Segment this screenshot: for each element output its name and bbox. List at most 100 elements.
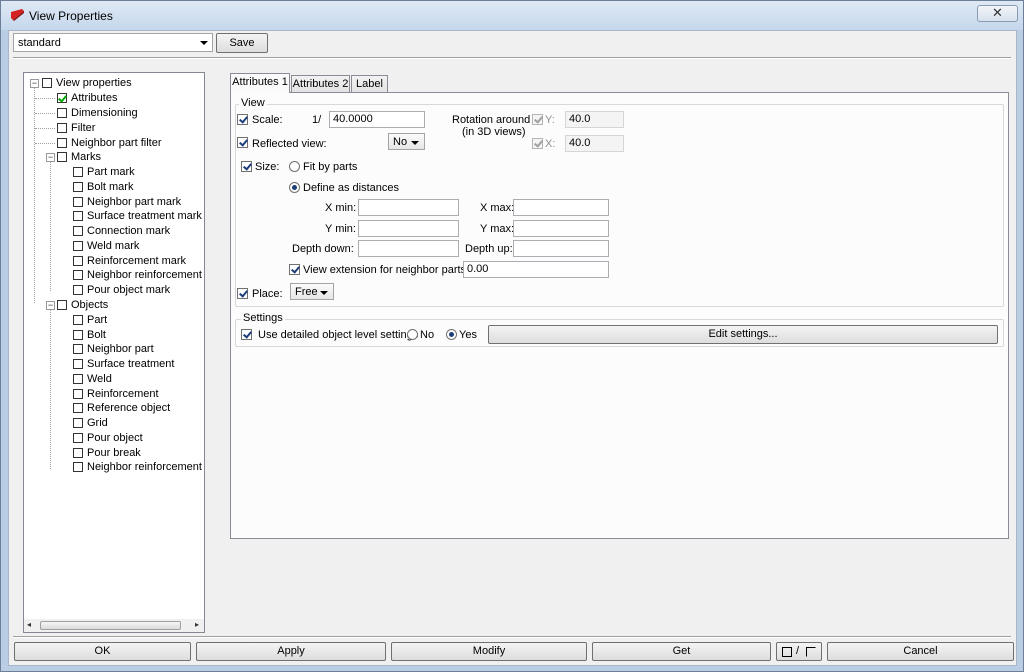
reflected-view-checkbox[interactable]: [237, 137, 248, 148]
fit-by-parts-radio[interactable]: [289, 161, 300, 172]
cancel-button[interactable]: Cancel: [827, 642, 1014, 661]
tree-checkbox[interactable]: [73, 448, 83, 458]
place-checkbox[interactable]: [237, 288, 248, 299]
tab-attributes-1[interactable]: Attributes 1: [230, 73, 290, 93]
tree-checkbox[interactable]: [73, 330, 83, 340]
tree-checkbox[interactable]: [57, 152, 67, 162]
tree-checkbox[interactable]: [73, 462, 83, 472]
tab-attributes-2[interactable]: Attributes 2: [291, 75, 350, 92]
reflected-view-dropdown[interactable]: No: [388, 133, 425, 150]
xmin-input[interactable]: [358, 199, 459, 216]
tree-checkbox[interactable]: [73, 182, 83, 192]
scroll-right-icon[interactable]: ▸: [195, 620, 199, 629]
rotation-sublabel: (in 3D views): [462, 126, 526, 138]
collapse-icon[interactable]: −: [46, 153, 55, 162]
tree-checkbox[interactable]: [73, 344, 83, 354]
tree-checkbox[interactable]: [73, 315, 83, 325]
ymin-input[interactable]: [358, 220, 459, 237]
tree-horizontal-scrollbar[interactable]: ◂ ▸: [24, 619, 204, 632]
chevron-down-icon: [320, 291, 328, 295]
checked-box-icon: [782, 647, 792, 657]
place-label: Place:: [252, 288, 283, 300]
size-label: Size:: [255, 161, 280, 173]
tree-checkbox[interactable]: [73, 241, 83, 251]
reflected-view-value: No: [393, 136, 408, 148]
scrollbar-thumb[interactable]: [40, 621, 181, 630]
tree-checkbox[interactable]: [73, 374, 83, 384]
rotation-x-checkbox[interactable]: [532, 138, 543, 149]
tree-checkbox[interactable]: [73, 389, 83, 399]
tree-connector: [35, 143, 55, 144]
place-dropdown[interactable]: Free: [290, 283, 334, 300]
collapse-icon[interactable]: −: [46, 301, 55, 310]
view-extension-label: View extension for neighbor parts:: [303, 264, 470, 276]
rotation-y-checkbox[interactable]: [532, 114, 543, 125]
tree-checkbox[interactable]: [73, 211, 83, 221]
scale-checkbox[interactable]: [237, 114, 248, 125]
tree-checkbox[interactable]: [57, 123, 67, 133]
use-detailed-settings-checkbox[interactable]: [241, 329, 252, 340]
tree-checkbox[interactable]: [73, 256, 83, 266]
chevron-down-icon: [200, 41, 208, 45]
detailed-yes-label: Yes: [459, 329, 477, 341]
view-group-title: View: [239, 97, 267, 109]
tree-checkbox[interactable]: [73, 433, 83, 443]
scale-prefix: 1/: [312, 114, 322, 126]
xmin-label: X min:: [325, 202, 357, 214]
tree-checkbox[interactable]: [57, 108, 67, 118]
apply-button[interactable]: Apply: [196, 642, 386, 661]
tree-checkbox[interactable]: [57, 300, 67, 310]
collapse-icon[interactable]: −: [30, 79, 39, 88]
depth-down-input[interactable]: [358, 240, 459, 257]
modify-button[interactable]: Modify: [391, 642, 587, 661]
reflected-view-label: Reflected view:: [252, 138, 327, 150]
scale-input[interactable]: 40.0000: [329, 111, 425, 128]
tree-checkbox[interactable]: [42, 78, 52, 88]
top-divider: [13, 57, 1011, 59]
attributes-1-panel: View Scale: 1/ 40.0000 Rotation around (…: [230, 92, 1009, 539]
app-logo-icon: [11, 9, 24, 21]
size-checkbox[interactable]: [241, 161, 252, 172]
rotation-x-input[interactable]: 40.0: [565, 135, 624, 152]
window-title: View Properties: [29, 9, 113, 23]
tree-checkbox[interactable]: [73, 197, 83, 207]
view-extension-input[interactable]: 0.00: [463, 261, 609, 278]
rotation-x-label: X:: [545, 138, 556, 150]
tree-checkbox[interactable]: [73, 226, 83, 236]
place-value: Free: [295, 286, 318, 298]
title-bar[interactable]: View Properties ✕: [1, 1, 1023, 30]
tree-checkbox[interactable]: [73, 359, 83, 369]
toggle-all-button[interactable]: /: [776, 642, 822, 661]
save-button[interactable]: Save: [216, 33, 268, 53]
ok-button[interactable]: OK: [14, 642, 191, 661]
get-button[interactable]: Get: [592, 642, 771, 661]
close-button[interactable]: ✕: [977, 5, 1018, 22]
settings-combobox[interactable]: standard: [13, 33, 213, 52]
tree-checkbox[interactable]: [73, 285, 83, 295]
fit-by-parts-label: Fit by parts: [303, 161, 358, 173]
define-as-distances-radio[interactable]: [289, 182, 300, 193]
rotation-y-label: Y:: [545, 114, 555, 126]
tree-checkbox[interactable]: [57, 138, 67, 148]
view-extension-checkbox[interactable]: [289, 264, 300, 275]
depth-up-input[interactable]: [513, 240, 609, 257]
ymax-input[interactable]: [513, 220, 609, 237]
settings-group-title: Settings: [241, 312, 285, 324]
rotation-label: Rotation around: [452, 114, 531, 126]
tree-connector: [35, 98, 55, 99]
tree-checkbox[interactable]: [73, 270, 83, 280]
tree-connector: [35, 128, 55, 129]
tree-checkbox[interactable]: [73, 167, 83, 177]
tree-checkbox[interactable]: [57, 93, 67, 103]
rotation-y-input[interactable]: 40.0: [565, 111, 624, 128]
edit-settings-button[interactable]: Edit settings...: [488, 325, 998, 344]
tree-checkbox[interactable]: [73, 403, 83, 413]
tree-checkbox[interactable]: [73, 418, 83, 428]
xmax-input[interactable]: [513, 199, 609, 216]
ymin-label: Y min:: [325, 223, 356, 235]
tab-label[interactable]: Label: [351, 75, 388, 92]
scroll-left-icon[interactable]: ◂: [27, 620, 31, 629]
detailed-yes-radio[interactable]: [446, 329, 457, 340]
dialog-client-area: standard Save − View properties Attribut…: [8, 30, 1017, 666]
detailed-no-radio[interactable]: [407, 329, 418, 340]
